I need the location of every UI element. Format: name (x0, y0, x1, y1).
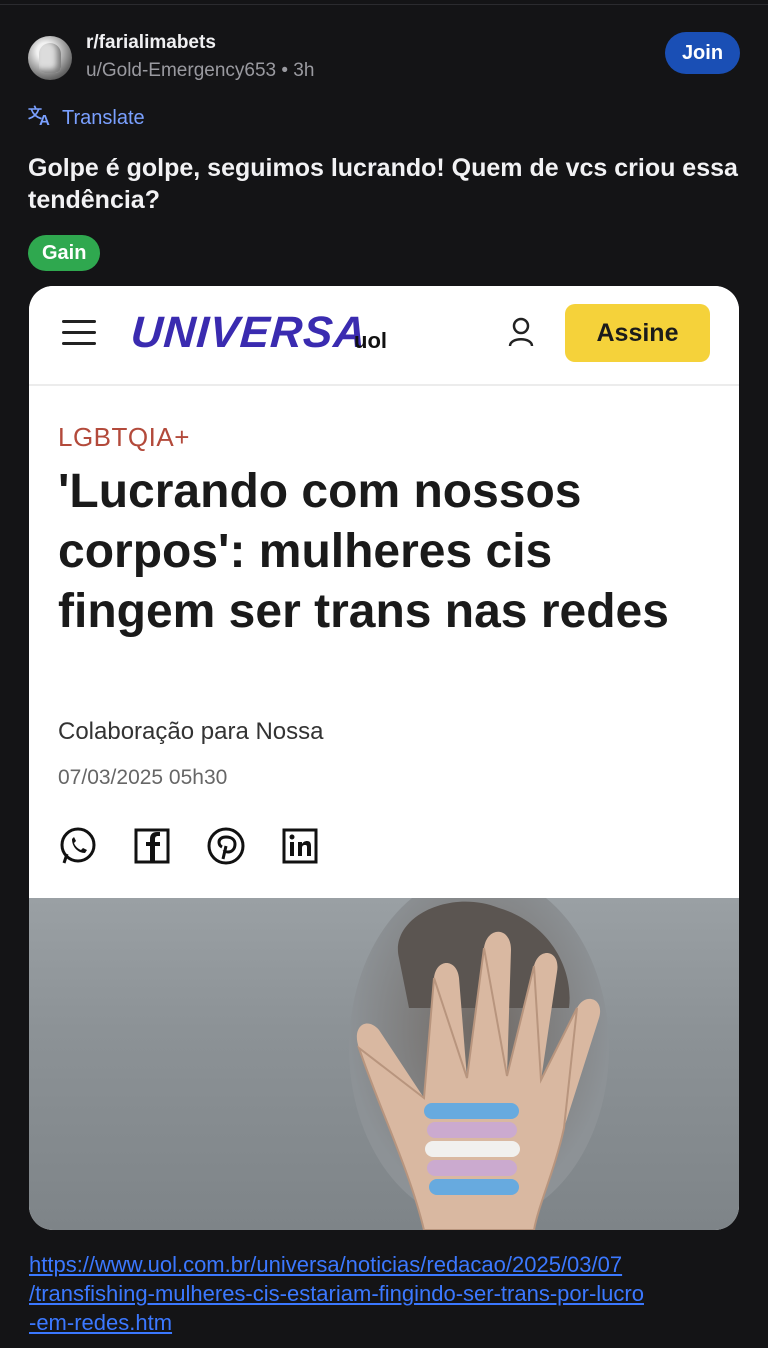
translate-icon: 文 A (28, 104, 54, 132)
article-link[interactable]: https://www.uol.com.br/universa/noticias… (29, 1250, 741, 1337)
share-icons (58, 826, 320, 866)
subscribe-button: Assine (565, 304, 710, 362)
post-header: r/farialimabets u/Gold-Emergency653 • 3h… (28, 32, 740, 88)
top-divider (0, 4, 768, 5)
link-line: https://www.uol.com.br/universa/noticias… (29, 1252, 623, 1277)
article-headline: 'Lucrando com nossos corpos': mulheres c… (58, 465, 669, 638)
post-title[interactable]: Golpe é golpe, seguimos lucrando! Quem d… (28, 152, 740, 216)
uol-logo: uol (354, 328, 387, 353)
article-site-header: UNIVERSA uol Assine (29, 286, 739, 386)
translate-button[interactable]: 文 A Translate (28, 104, 145, 132)
facebook-icon (134, 828, 170, 864)
linkedin-icon (282, 828, 318, 864)
subreddit-avatar[interactable] (28, 36, 72, 80)
svg-text:A: A (39, 112, 50, 126)
pinterest-icon (207, 827, 245, 865)
universa-logo: UNIVERSA (129, 308, 369, 357)
article-date: 07/03/2025 05h30 (58, 766, 228, 789)
post-image[interactable]: UNIVERSA uol Assine LGBTQIA+ 'Lucrando c… (29, 286, 739, 1230)
article-category: LGBTQIA+ (58, 422, 190, 452)
subreddit-name[interactable]: r/farialimabets (86, 32, 216, 54)
join-button[interactable]: Join (665, 32, 740, 74)
menu-icon (62, 318, 98, 348)
link-line: -em-redes.htm (29, 1310, 173, 1335)
article-photo (29, 898, 739, 1230)
post-author-time[interactable]: u/Gold-Emergency653 • 3h (86, 60, 314, 82)
user-icon (508, 317, 534, 347)
link-line: /transfishing-mulheres-cis-estariam-fing… (29, 1281, 644, 1306)
article-byline: Colaboração para Nossa (58, 718, 324, 745)
post-flair[interactable]: Gain (28, 235, 101, 271)
translate-label: Translate (62, 106, 145, 129)
whatsapp-icon (60, 827, 96, 864)
